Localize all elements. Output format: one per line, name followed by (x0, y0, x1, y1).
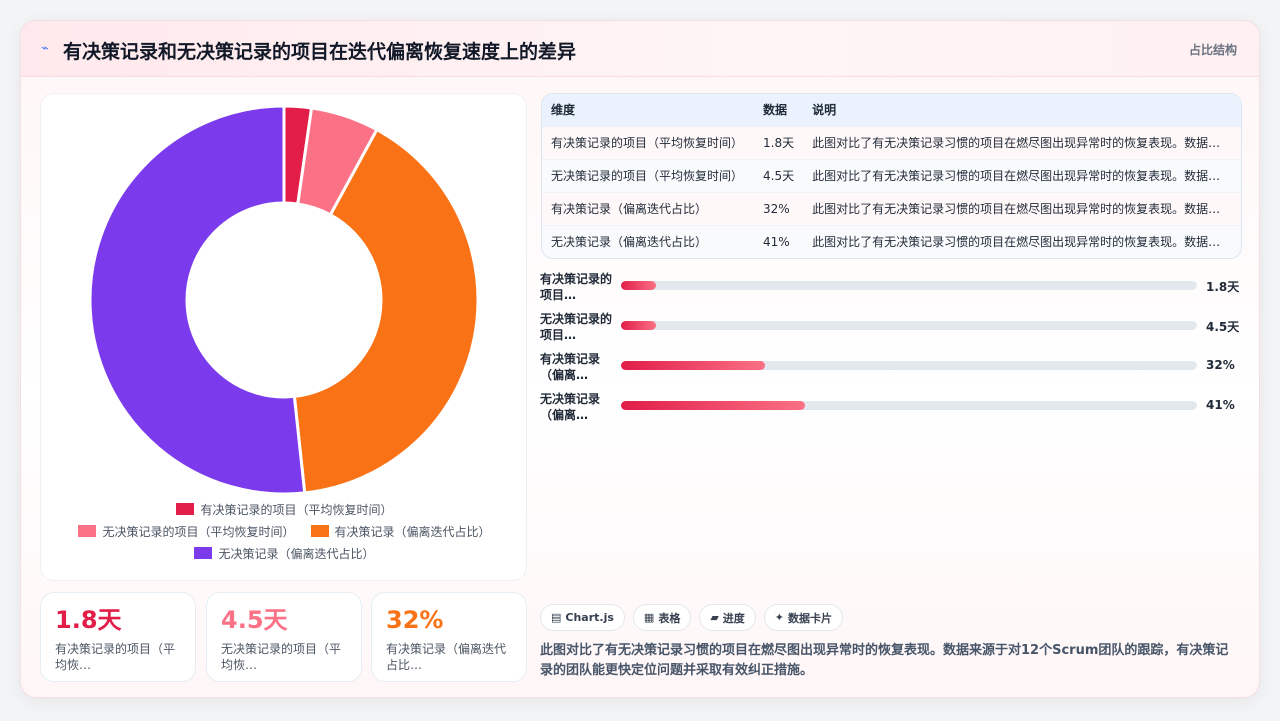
table-icon: ▦ (643, 611, 655, 624)
data-table: 维度 数据 说明 有决策记录的项目（平均恢复时间） 1.8天 此图对比了有无决策… (541, 93, 1242, 259)
progress-row: 有决策记录的项目… 1.8天 (540, 269, 1242, 309)
progress-value: 1.8天 (1206, 280, 1240, 294)
progress-icon: ▰ (710, 611, 719, 624)
table-row: 无决策记录的项目（平均恢复时间） 4.5天 此图对比了有无决策记录习惯的项目在燃… (542, 158, 1241, 192)
table-cell: 无决策记录的项目（平均恢复时间） (542, 158, 754, 192)
legend-label: 有决策记录的项目（平均恢复时间） (200, 502, 393, 517)
legend-label: 无决策记录（偏离迭代占比） (218, 546, 375, 561)
chip-label: 进度 (722, 611, 745, 625)
table-row: 有决策记录（偏离迭代占比） 32% 此图对比了有无决策记录习惯的项目在燃尽图出现… (542, 191, 1241, 225)
progress-value: 4.5天 (1206, 320, 1240, 334)
progress-row: 无决策记录的项目… 4.5天 (540, 309, 1242, 349)
chart-legend: 有决策记录的项目（平均恢复时间） 无决策记录的项目（平均恢复时间） 有决策记录（… (41, 498, 528, 564)
progress-row: 无决策记录（偏离… 41% (540, 389, 1242, 429)
legend-label: 有决策记录（偏离迭代占比） (334, 524, 491, 539)
table-cell: 此图对比了有无决策记录习惯的项目在燃尽图出现异常时的恢复表现。数据来… (803, 158, 1241, 192)
table-cell: 此图对比了有无决策记录习惯的项目在燃尽图出现异常时的恢复表现。数据来… (803, 224, 1241, 258)
chip-table[interactable]: ▦ 表格 (632, 604, 692, 631)
chip-label: Chart.js (565, 611, 614, 624)
stat-card: 4.5天 无决策记录的项目（平均恢… (206, 592, 362, 682)
progress-value: 41% (1206, 398, 1235, 412)
legend-item[interactable]: 无决策记录的项目（平均恢复时间） (78, 523, 295, 540)
table-cell: 此图对比了有无决策记录习惯的项目在燃尽图出现异常时的恢复表现。数据来… (803, 191, 1241, 225)
table-cell: 有决策记录的项目（平均恢复时间） (542, 125, 754, 159)
doughnut-chart-panel: 有决策记录的项目（平均恢复时间） 无决策记录的项目（平均恢复时间） 有决策记录（… (40, 93, 527, 581)
stat-card: 1.8天 有决策记录的项目（平均恢… (40, 592, 196, 682)
legend-item[interactable]: 无决策记录（偏离迭代占比） (194, 545, 375, 562)
chart-icon: ▤ (551, 611, 562, 624)
stat-value: 32% (386, 606, 444, 634)
legend-swatch (78, 525, 97, 537)
column-header: 数据 (754, 94, 804, 126)
stat-label: 有决策记录（偏离迭代占比… (386, 642, 507, 672)
progress-label: 有决策记录的项目… (540, 272, 613, 302)
chip-chartjs[interactable]: ▤ Chart.js (540, 604, 625, 631)
progress-fill (621, 401, 806, 410)
progress-label: 有决策记录（偏离… (540, 352, 601, 382)
progress-track (621, 321, 1197, 330)
stat-card: 32% 有决策记录（偏离迭代占比… (371, 592, 527, 682)
legend-swatch (310, 525, 329, 537)
table-row: 有决策记录的项目（平均恢复时间） 1.8天 此图对比了有无决策记录习惯的项目在燃… (542, 125, 1241, 159)
progress-track (621, 401, 1197, 410)
chart-type-tag: 占比结构 (1188, 43, 1237, 57)
legend-label: 无决策记录的项目（平均恢复时间） (102, 524, 295, 539)
table-cell: 32% (754, 191, 804, 225)
progress-fill (621, 281, 657, 290)
sparkline-icon: ⌁ (41, 41, 49, 56)
table-cell: 1.8天 (754, 125, 804, 159)
card-icon: ✦ (774, 611, 785, 624)
chip-label: 数据卡片 (788, 611, 833, 625)
doughnut-chart (88, 104, 480, 494)
progress-label: 无决策记录（偏离… (540, 392, 601, 422)
stat-label: 无决策记录的项目（平均恢… (221, 642, 342, 672)
legend-item[interactable]: 有决策记录（偏离迭代占比） (310, 523, 491, 540)
progress-fill (621, 321, 657, 330)
column-header: 维度 (542, 94, 754, 126)
page-title: 有决策记录和无决策记录的项目在迭代偏离恢复速度上的差异 (63, 41, 577, 63)
table-cell: 4.5天 (754, 158, 804, 192)
legend-swatch (194, 547, 213, 559)
progress-row: 有决策记录（偏离… 32% (540, 349, 1242, 389)
legend-swatch (176, 503, 195, 515)
progress-fill (621, 361, 765, 370)
card-header: ⌁ 有决策记录和无决策记录的项目在迭代偏离恢复速度上的差异 占比结构 (21, 21, 1259, 77)
progress-label: 无决策记录的项目… (540, 312, 613, 342)
column-header: 说明 (803, 94, 1241, 126)
chart-description: 此图对比了有无决策记录习惯的项目在燃尽图出现异常时的恢复表现。数据来源于对12个… (540, 643, 1229, 678)
table-cell: 41% (754, 224, 804, 258)
table-header-row: 维度 数据 说明 (542, 94, 1241, 126)
stat-label: 有决策记录的项目（平均恢… (55, 642, 176, 672)
table-row: 无决策记录（偏离迭代占比） 41% 此图对比了有无决策记录习惯的项目在燃尽图出现… (542, 224, 1241, 258)
table-cell: 有决策记录（偏离迭代占比） (542, 191, 754, 225)
dashboard-card: ⌁ 有决策记录和无决策记录的项目在迭代偏离恢复速度上的差异 占比结构 有决策记录… (20, 20, 1260, 698)
stat-value: 4.5天 (221, 606, 288, 634)
chip-label: 表格 (658, 611, 681, 625)
progress-track (621, 361, 1197, 370)
progress-value: 32% (1206, 358, 1235, 372)
chip-data-card[interactable]: ✦ 数据卡片 (763, 604, 844, 631)
progress-track (621, 281, 1197, 290)
chip-progress[interactable]: ▰ 进度 (699, 604, 756, 631)
doughnut-slice[interactable] (88, 104, 307, 494)
stat-value: 1.8天 (55, 606, 122, 634)
table-cell: 无决策记录（偏离迭代占比） (542, 224, 754, 258)
table-cell: 此图对比了有无决策记录习惯的项目在燃尽图出现异常时的恢复表现。数据来… (803, 125, 1241, 159)
legend-item[interactable]: 有决策记录的项目（平均恢复时间） (176, 501, 393, 518)
feature-chips: ▤ Chart.js ▦ 表格 ▰ 进度 ✦ 数据卡片 (540, 604, 844, 631)
progress-bars: 有决策记录的项目… 1.8天 无决策记录的项目… 4.5天 有决策记录（偏离… … (540, 269, 1242, 429)
